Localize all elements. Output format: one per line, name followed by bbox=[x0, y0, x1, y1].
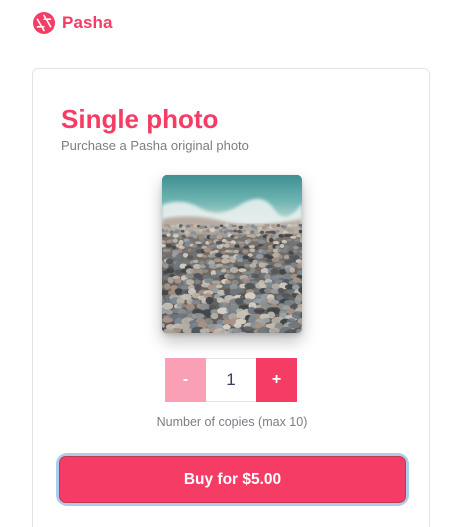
page-title: Single photo bbox=[61, 104, 219, 134]
page: Pasha Single photo Purchase a Pasha orig… bbox=[0, 0, 465, 527]
quantity-stepper: - + bbox=[165, 358, 297, 402]
page-subtitle: Purchase a Pasha original photo bbox=[61, 138, 249, 153]
brand-name: Pasha bbox=[62, 13, 113, 32]
buy-button[interactable]: Buy for $5.00 bbox=[59, 456, 406, 503]
buy-button-focus-ring: Buy for $5.00 bbox=[59, 456, 406, 503]
product-photo bbox=[162, 175, 302, 333]
quantity-help-text: Number of copies (max 10) bbox=[156, 415, 308, 429]
increment-button[interactable]: + bbox=[256, 358, 297, 402]
product-card: Single photo Purchase a Pasha original p… bbox=[32, 68, 430, 527]
aperture-icon bbox=[33, 12, 55, 34]
brand-logo[interactable]: Pasha bbox=[32, 11, 113, 35]
quantity-input[interactable] bbox=[206, 358, 256, 402]
decrement-button[interactable]: - bbox=[165, 358, 206, 402]
